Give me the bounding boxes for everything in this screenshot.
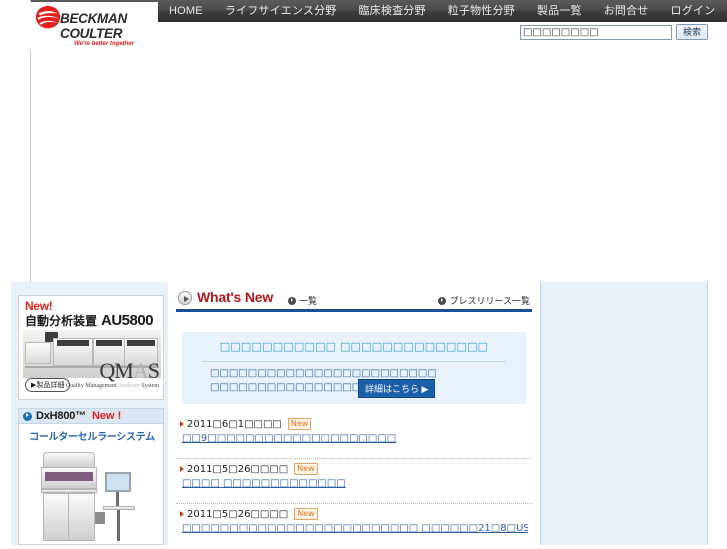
qmas-logo: QMAS Quality Management Analyzer System xyxy=(65,358,160,390)
header-left-gutter xyxy=(0,0,30,22)
logo-line-2: COULTER xyxy=(60,25,123,41)
right-sidebar-inner xyxy=(541,282,707,545)
banner-model: AU5800 xyxy=(101,312,154,329)
beckman-coulter-swirl-logo-icon xyxy=(35,5,61,29)
whats-new-all-link-label: 一覧 xyxy=(299,296,318,306)
search-button[interactable]: 検索 xyxy=(676,24,708,40)
right-sidebar xyxy=(540,282,708,545)
play-circle-icon xyxy=(23,411,32,421)
status-badge: New xyxy=(287,418,312,430)
bullet-triangle-icon xyxy=(180,421,184,427)
page-title: What's New xyxy=(197,289,274,305)
search-input[interactable] xyxy=(520,24,672,40)
news-date: 2011□6□1□□□□ xyxy=(187,418,282,430)
press-release-list-link[interactable]: プレスリリース一覧 xyxy=(438,294,530,307)
page-content: New! 自動分析装置 AU5800 ▶製品詳細 QMAS Quality Man… xyxy=(0,282,727,545)
sidebar-banner-au5800[interactable]: New! 自動分析装置 AU5800 ▶製品詳細 QMAS Quality Man… xyxy=(18,295,164,400)
nav-particle-characterization[interactable]: 粒子物性分野 xyxy=(437,0,526,22)
whats-new-header: What's New 一覧 プレスリリース一覧 xyxy=(176,288,532,312)
news-meta: 2011□6□1□□□□ New xyxy=(180,414,528,431)
sidebar-banner-dxh800[interactable]: コールターセルラーシステム xyxy=(18,424,164,545)
logo-wordmark: BECKMAN COULTER We're better together xyxy=(60,12,134,47)
list-item: 2011□5□26□□□□ New □□□□□□□□□□□□□□□□□□□□□□… xyxy=(176,504,532,549)
status-badge: New xyxy=(294,508,318,520)
news-title-link[interactable]: □□□□ □□□□□□□□□□□□□ xyxy=(182,478,528,489)
news-date: 2011□5□26□□□□ xyxy=(187,508,289,520)
nav-home[interactable]: HOME xyxy=(158,0,214,22)
logo-line-1: BECKMAN xyxy=(60,11,127,26)
site-search: 検索 xyxy=(520,22,720,42)
sidebar-banner-dxh800-subtitle: コールターセルラーシステム xyxy=(29,432,155,443)
logo-tagline: We're better together xyxy=(74,41,134,47)
whats-new-all-link[interactable]: 一覧 xyxy=(288,294,317,307)
news-title-link[interactable]: □□9□□□□□□□□□□□□□□□□□□□□ xyxy=(182,433,528,444)
bullet-triangle-icon xyxy=(180,511,184,517)
press-release-list-label: プレスリリース一覧 xyxy=(449,296,530,306)
nav-clinical-testing[interactable]: 臨床検査分野 xyxy=(347,0,436,22)
promo-banner[interactable]: □□□□□□□□□□□ □□□□□□□□□□□□□□ □□□□□□□□□□□□□… xyxy=(182,332,526,404)
banner-title: 自動分析装置 AU5800 xyxy=(25,312,154,329)
nav-contact[interactable]: お問合せ xyxy=(593,0,660,22)
banner-detail-button[interactable]: ▶製品詳細 xyxy=(25,378,71,392)
nav-life-science[interactable]: ライフサイエンス分野 xyxy=(214,0,348,22)
promo-detail-button[interactable]: 詳細はこちら ▶ xyxy=(358,379,436,398)
main-nav: HOME ライフサイエンス分野 臨床検査分野 粒子物性分野 製品一覧 お問合せ … xyxy=(158,0,727,22)
nav-product-list[interactable]: 製品一覧 xyxy=(526,0,593,22)
news-date: 2011□5□26□□□□ xyxy=(187,463,289,475)
status-badge: New xyxy=(294,463,318,475)
nav-login[interactable]: ログイン xyxy=(660,0,727,22)
promo-line-2: □□□□□□□□□□□□□□□□□ xyxy=(210,382,371,393)
dxh800-product-photo xyxy=(35,446,151,544)
promo-divider xyxy=(202,361,506,362)
qmas-letters: QMAS xyxy=(99,358,160,383)
banner-title-text: 自動分析装置 xyxy=(25,314,98,328)
promo-title: □□□□□□□□□□□ □□□□□□□□□□□□□□ xyxy=(219,340,489,353)
left-sidebar: New! 自動分析装置 AU5800 ▶製品詳細 QMAS Quality Man… xyxy=(10,282,168,545)
sidebar-item-dxh800-badge: New ! xyxy=(91,410,122,422)
qmas-subtitle: Quality Management Analyzer System xyxy=(65,383,159,389)
sidebar-item-dxh800-header[interactable]: DxH800™ New ! xyxy=(18,408,164,424)
bullet-triangle-icon xyxy=(180,466,184,472)
play-circle-small-icon xyxy=(288,296,296,305)
main-column: What's New 一覧 プレスリリース一覧 □□□□□□□□□□□ □□□□… xyxy=(176,282,532,545)
list-item: 2011□6□1□□□□ New □□9□□□□□□□□□□□□□□□□□□□□ xyxy=(176,414,532,459)
news-meta: 2011□5□26□□□□ New xyxy=(180,504,528,521)
sidebar-item-dxh800-label: DxH800™ xyxy=(36,410,86,422)
news-title-link[interactable]: □□□□□□□□□□□□□□□□□□□□□□□□□ □□□□□□21□8□US□… xyxy=(182,523,528,534)
site-logo[interactable]: BECKMAN COULTER We're better together xyxy=(30,2,158,50)
news-meta: 2011□5□26□□□□ New xyxy=(180,459,528,476)
promo-line-1: □□□□□□□□□□□□□□□□□□□□□□□□ xyxy=(210,368,437,379)
play-circle-icon xyxy=(178,291,192,305)
banner-new-badge: New! xyxy=(25,299,53,313)
list-item: 2011□5□26□□□□ New □□□□ □□□□□□□□□□□□□ xyxy=(176,459,532,504)
page-right-gutter xyxy=(709,282,727,545)
news-list: 2011□6□1□□□□ New □□9□□□□□□□□□□□□□□□□□□□□… xyxy=(176,414,532,549)
play-circle-small-icon xyxy=(438,296,447,305)
